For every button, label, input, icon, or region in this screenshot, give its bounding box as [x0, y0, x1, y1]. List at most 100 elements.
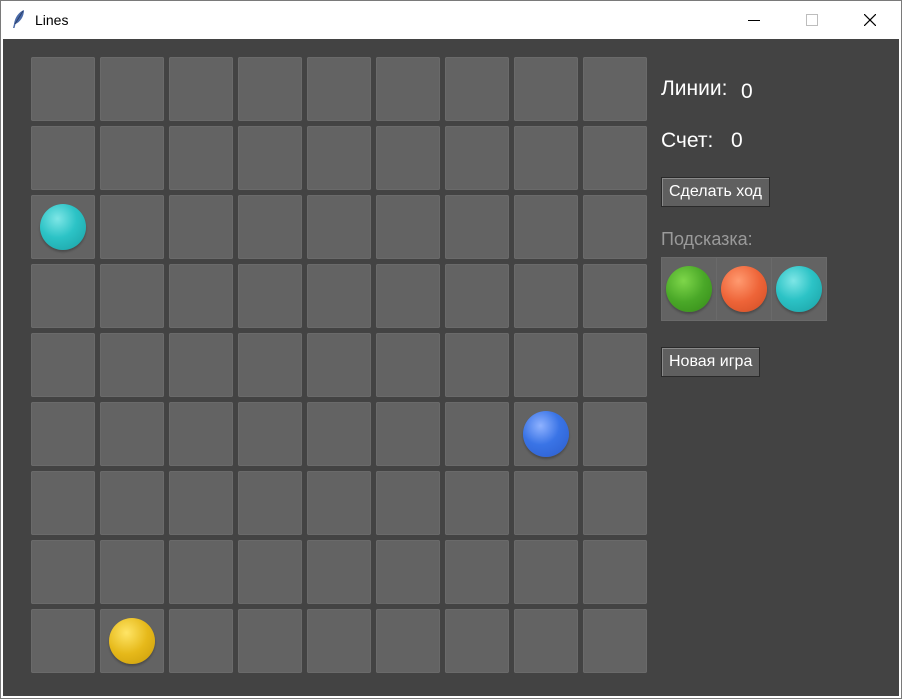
board-cell[interactable] — [238, 333, 302, 397]
board-cell[interactable] — [238, 126, 302, 190]
board-cell[interactable] — [583, 609, 647, 673]
board-cell[interactable] — [169, 402, 233, 466]
game-area: Линии: 0 Счет: 0 Сделать ход Подсказка: … — [3, 39, 899, 696]
board-cell[interactable] — [100, 333, 164, 397]
hint-cyan-ball — [776, 266, 822, 312]
board-cell[interactable] — [445, 126, 509, 190]
board-cell[interactable] — [307, 402, 371, 466]
board-cell[interactable] — [169, 609, 233, 673]
feather-icon — [11, 9, 27, 29]
board-cell[interactable] — [31, 126, 95, 190]
yellow-ball[interactable] — [109, 618, 155, 664]
blue-ball[interactable] — [523, 411, 569, 457]
minimize-icon — [748, 14, 760, 26]
board-cell[interactable] — [514, 57, 578, 121]
board-cell[interactable] — [307, 264, 371, 328]
close-button[interactable] — [847, 1, 893, 39]
cyan-ball[interactable] — [40, 204, 86, 250]
board-cell[interactable] — [445, 57, 509, 121]
board-cell[interactable] — [100, 402, 164, 466]
board-cell[interactable] — [100, 264, 164, 328]
board-cell[interactable] — [100, 126, 164, 190]
board-cell[interactable] — [31, 195, 95, 259]
board-cell[interactable] — [376, 57, 440, 121]
board-cell[interactable] — [100, 57, 164, 121]
board-cell[interactable] — [376, 609, 440, 673]
board-cell[interactable] — [514, 264, 578, 328]
app-window: Lines Линии: 0 Счет: 0 Сделать ход Подск… — [0, 0, 902, 699]
hint-cell — [661, 257, 717, 321]
board-cell[interactable] — [376, 195, 440, 259]
board-cell[interactable] — [238, 195, 302, 259]
board-cell[interactable] — [376, 471, 440, 535]
board-cell[interactable] — [583, 402, 647, 466]
board-cell[interactable] — [445, 540, 509, 604]
board-cell[interactable] — [169, 333, 233, 397]
board-cell[interactable] — [31, 57, 95, 121]
board-cell[interactable] — [238, 402, 302, 466]
new-game-button[interactable]: Новая игра — [661, 347, 761, 377]
board-cell[interactable] — [307, 333, 371, 397]
board-cell[interactable] — [100, 195, 164, 259]
board-cell[interactable] — [583, 540, 647, 604]
board-cell[interactable] — [583, 57, 647, 121]
board-cell[interactable] — [31, 609, 95, 673]
board-cell[interactable] — [445, 264, 509, 328]
board-cell[interactable] — [238, 471, 302, 535]
board-cell[interactable] — [238, 540, 302, 604]
board-cell[interactable] — [445, 333, 509, 397]
board-cell[interactable] — [307, 609, 371, 673]
hint-cell — [716, 257, 772, 321]
board-cell[interactable] — [514, 126, 578, 190]
board-cell[interactable] — [31, 471, 95, 535]
board-cell[interactable] — [238, 57, 302, 121]
board-cell[interactable] — [376, 333, 440, 397]
board-cell[interactable] — [514, 540, 578, 604]
board-cell[interactable] — [445, 402, 509, 466]
board-cell[interactable] — [376, 264, 440, 328]
lines-label: Линии: — [661, 77, 728, 100]
maximize-button[interactable] — [789, 1, 835, 39]
board-cell[interactable] — [445, 609, 509, 673]
board-cell[interactable] — [376, 540, 440, 604]
board-cell[interactable] — [31, 402, 95, 466]
board-cell[interactable] — [100, 471, 164, 535]
board-cell[interactable] — [583, 195, 647, 259]
minimize-button[interactable] — [731, 1, 777, 39]
board-cell[interactable] — [169, 126, 233, 190]
board-cell[interactable] — [583, 333, 647, 397]
board-cell[interactable] — [238, 264, 302, 328]
board-cell[interactable] — [514, 402, 578, 466]
board-cell[interactable] — [31, 264, 95, 328]
board-cell[interactable] — [445, 195, 509, 259]
board-cell[interactable] — [583, 471, 647, 535]
maximize-icon — [806, 14, 818, 26]
board-cell[interactable] — [376, 126, 440, 190]
lines-value: 0 — [741, 80, 753, 103]
board-cell[interactable] — [238, 609, 302, 673]
board-cell[interactable] — [583, 126, 647, 190]
board-cell[interactable] — [100, 540, 164, 604]
board-cell[interactable] — [169, 471, 233, 535]
board-cell[interactable] — [307, 126, 371, 190]
board-cell[interactable] — [445, 471, 509, 535]
make-move-button[interactable]: Сделать ход — [661, 177, 770, 207]
board-cell[interactable] — [307, 57, 371, 121]
board-cell[interactable] — [376, 402, 440, 466]
board-cell[interactable] — [514, 195, 578, 259]
board-cell[interactable] — [169, 57, 233, 121]
board-cell[interactable] — [169, 264, 233, 328]
title-bar[interactable]: Lines — [1, 1, 901, 39]
board-cell[interactable] — [307, 195, 371, 259]
board-cell[interactable] — [169, 195, 233, 259]
board-cell[interactable] — [31, 333, 95, 397]
board-cell[interactable] — [514, 471, 578, 535]
board-cell[interactable] — [514, 333, 578, 397]
board-cell[interactable] — [514, 609, 578, 673]
board-cell[interactable] — [583, 264, 647, 328]
board-cell[interactable] — [100, 609, 164, 673]
board-cell[interactable] — [169, 540, 233, 604]
board-cell[interactable] — [307, 540, 371, 604]
board-cell[interactable] — [31, 540, 95, 604]
board-cell[interactable] — [307, 471, 371, 535]
